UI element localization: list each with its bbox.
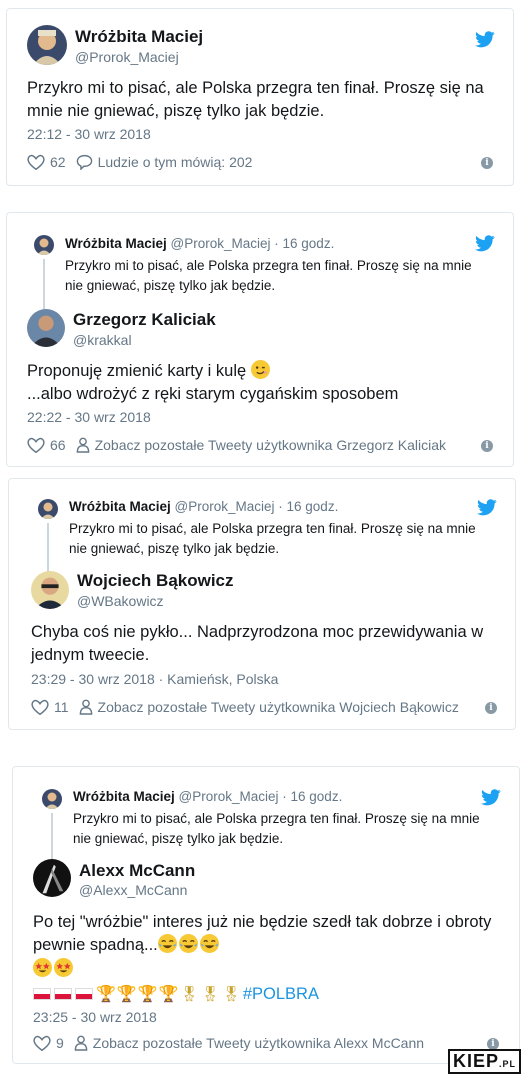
trophy-icon: 🏆 (96, 986, 116, 1003)
tweet-card-4: Wróżbita Maciej @Prorok_Maciej · 16 godz… (12, 766, 520, 1064)
star-struck-emoji-icon (54, 958, 73, 977)
tweet-text: Przykro mi to pisać, ale Polska przegra … (27, 79, 484, 120)
like-count: 66 (50, 437, 66, 453)
tweet-text: Po tej "wróżbie" interes już nie będzie … (33, 911, 503, 1006)
tweet-text: Proponuję zmienić karty i kulę ...albo w… (27, 360, 497, 406)
quoted-avatar[interactable] (38, 499, 58, 519)
trophy-icon: 🏆 (137, 986, 158, 1003)
tweet-text-body: Po tej "wróżbie" interes już nie będzie … (33, 913, 492, 954)
wink-emoji-icon (250, 360, 270, 379)
like-count: 62 (50, 154, 66, 170)
author-name[interactable]: Wróżbita Maciej (75, 27, 203, 47)
info-icon[interactable]: i (485, 702, 497, 714)
author-name[interactable]: Wojciech Bąkowicz (77, 571, 234, 591)
like-button[interactable]: 66 (27, 437, 66, 453)
see-more-tweets-link[interactable]: Zobacz pozostałe Tweety użytkownika Wojc… (79, 699, 459, 715)
thread-line (43, 259, 45, 311)
like-button[interactable]: 9 (33, 1035, 64, 1051)
avatar[interactable] (33, 859, 71, 897)
like-count: 11 (54, 699, 69, 715)
tears-of-joy-emoji-icon (178, 934, 198, 953)
person-icon (74, 1035, 88, 1051)
poland-flag-icon (54, 988, 72, 1000)
thread-line (47, 523, 49, 575)
quoted-avatar[interactable] (42, 789, 62, 809)
tweet-text-line-1: Proponuję zmienić karty i kulę (27, 362, 247, 380)
tweet-card-3: Wróżbita Maciej @Prorok_Maciej · 16 godz… (8, 478, 516, 730)
reply-button[interactable]: Ludzie o tym mówią: 202 (76, 154, 253, 170)
twitter-bird-icon[interactable] (477, 499, 497, 516)
see-more-label: Zobacz pozostałe Tweety użytkownika Wojc… (97, 699, 459, 715)
like-button[interactable]: 11 (31, 699, 69, 715)
avatar[interactable] (27, 25, 67, 65)
thread-line (51, 813, 53, 861)
twitter-bird-icon[interactable] (475, 31, 495, 48)
star-struck-emoji-icon (33, 958, 52, 977)
author-handle[interactable]: @krakkal (73, 332, 132, 348)
hashtag-link[interactable]: #POLBRA (243, 985, 319, 1003)
see-more-tweets-link[interactable]: Zobacz pozostałe Tweety użytkownika Grze… (76, 437, 446, 453)
tweet-actions: 11 Zobacz pozostałe Tweety użytkownika W… (31, 699, 469, 715)
like-count: 9 (56, 1035, 64, 1051)
tweet-card-1: Wróżbita Maciej @Prorok_Maciej Przykro m… (6, 8, 514, 186)
quoted-header[interactable]: Wróżbita Maciej @Prorok_Maciej · 16 godz… (65, 236, 334, 251)
tears-of-joy-emoji-icon (199, 934, 219, 953)
quoted-text: Przykro mi to pisać, ale Polska przegra … (69, 521, 476, 556)
medal-icon: 🎖 (179, 986, 199, 1003)
tweet-timestamp[interactable]: 22:12 - 30 wrz 2018 (27, 126, 151, 142)
quoted-avatar[interactable] (34, 235, 54, 255)
tears-of-joy-emoji-icon (157, 934, 177, 953)
medal-icon: 🎖 (221, 986, 241, 1003)
tweet-actions: 62 Ludzie o tym mówią: 202 (27, 154, 262, 170)
tweet-text: Chyba coś nie pykło... Nadprzyrodzona mo… (31, 623, 484, 664)
twitter-bird-icon[interactable] (481, 789, 501, 806)
author-handle[interactable]: @Prorok_Maciej (75, 49, 179, 65)
see-more-label: Zobacz pozostałe Tweety użytkownika Alex… (92, 1035, 425, 1051)
heart-icon (33, 1035, 51, 1051)
info-icon[interactable]: i (481, 157, 493, 169)
site-watermark-logo: KIEP.PL (447, 1049, 521, 1074)
poland-flag-icon (33, 988, 51, 1000)
quoted-header[interactable]: Wróżbita Maciej @Prorok_Maciej · 16 godz… (69, 499, 338, 514)
trophy-icon: 🏆 (116, 986, 137, 1003)
trophy-icon: 🏆 (158, 986, 179, 1003)
medal-icon: 🎖 (200, 986, 220, 1003)
see-more-tweets-link[interactable]: Zobacz pozostałe Tweety użytkownika Alex… (74, 1035, 424, 1051)
author-handle[interactable]: @Alexx_McCann (79, 882, 187, 898)
heart-icon (27, 437, 45, 453)
tweet-timestamp[interactable]: 23:25 - 30 wrz 2018 (33, 1009, 157, 1025)
avatar[interactable] (27, 309, 65, 347)
heart-icon (31, 699, 49, 715)
person-icon (76, 437, 89, 453)
poland-flag-icon (75, 988, 93, 1000)
avatar[interactable] (31, 571, 69, 609)
heart-icon (27, 154, 45, 170)
author-name[interactable]: Grzegorz Kaliciak (73, 310, 216, 330)
info-icon[interactable]: i (481, 440, 493, 452)
quoted-text: Przykro mi to pisać, ale Polska przegra … (65, 258, 472, 293)
twitter-bird-icon[interactable] (475, 235, 495, 252)
tweet-text-line-2: ...albo wdrożyć z ręki starym cygańskim … (27, 385, 399, 403)
tweet-timestamp[interactable]: 23:29 - 30 wrz 2018 · Kamieńsk, Polska (31, 671, 278, 687)
tweet-card-2: Wróżbita Maciej @Prorok_Maciej · 16 godz… (6, 212, 514, 467)
tweet-timestamp[interactable]: 22:22 - 30 wrz 2018 (27, 409, 151, 425)
like-button[interactable]: 62 (27, 154, 66, 170)
reply-label: Ludzie o tym mówią: 202 (97, 154, 253, 170)
person-icon (79, 699, 92, 715)
quoted-header[interactable]: Wróżbita Maciej @Prorok_Maciej · 16 godz… (73, 789, 342, 804)
tweet-actions: 66 Zobacz pozostałe Tweety użytkownika G… (27, 437, 456, 453)
quoted-text: Przykro mi to pisać, ale Polska przegra … (73, 811, 480, 846)
tweet-actions: 9 Zobacz pozostałe Tweety użytkownika Al… (33, 1035, 434, 1051)
author-name[interactable]: Alexx McCann (79, 861, 195, 881)
see-more-label: Zobacz pozostałe Tweety użytkownika Grze… (94, 437, 447, 453)
author-handle[interactable]: @WBakowicz (77, 593, 164, 609)
comment-icon (76, 154, 92, 170)
